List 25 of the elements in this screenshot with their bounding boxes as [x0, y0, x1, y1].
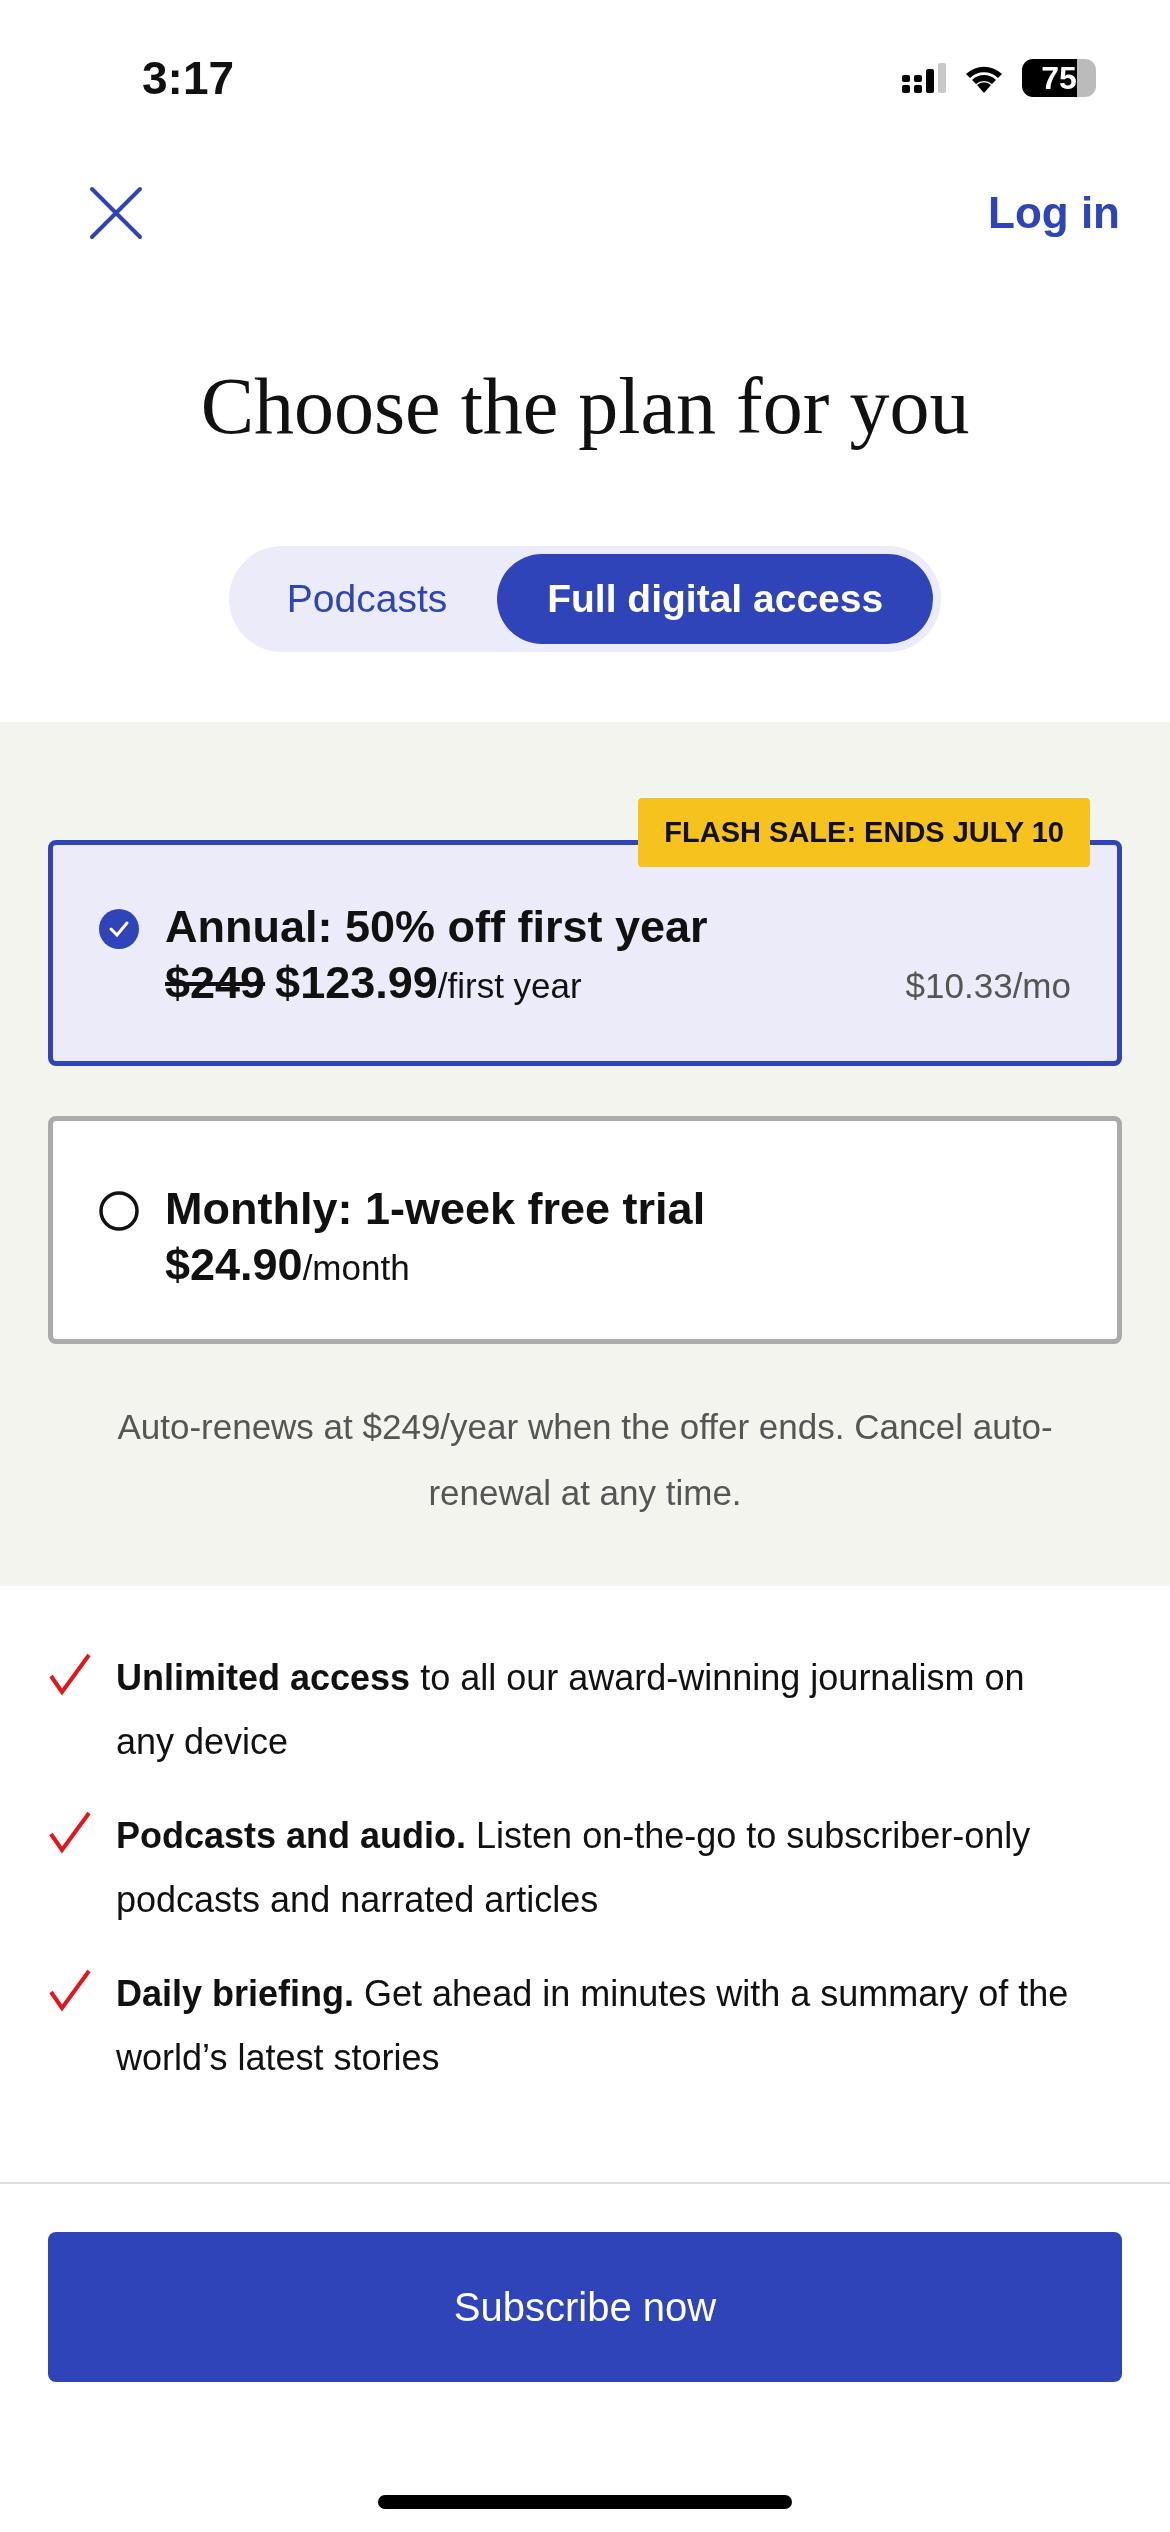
checkmark-icon — [48, 1652, 92, 1696]
battery-icon: 75 — [1022, 59, 1096, 97]
plan-type-tab[interactable]: Podcasts — [236, 554, 498, 644]
price-period: /first year — [437, 966, 582, 1005]
feature-text: Unlimited access to all our award-winning journalism on any device — [116, 1656, 1026, 1764]
plan-name: Annual: 50% off first year — [165, 900, 709, 954]
plan-price: $24.90 — [165, 1239, 303, 1290]
signal-icon — [902, 63, 946, 93]
plan-name: Monthly: 1-week free trial — [165, 1182, 707, 1236]
plan-card[interactable]: Monthly: 1-week free trial $24.90/month — [48, 1116, 1122, 1344]
renewal-note: Auto-renews at $249/year when the offer ends. Cancel auto-renewal at any time. — [116, 1406, 1054, 1514]
plan-price: $123.99 — [275, 957, 438, 1008]
status-time: 3:17 — [142, 51, 235, 105]
price-period: /month — [302, 1248, 410, 1287]
old-price: $249 — [165, 957, 266, 1008]
checkmark-icon — [48, 1968, 92, 2012]
monthly-price: $10.33/mo — [905, 966, 1071, 1006]
subscribe-button[interactable]: Subscribe now — [48, 2232, 1122, 2382]
feature-text: Podcasts and audio. Listen on-the-go to subscriber-only podcasts and narrated articles — [116, 1814, 1032, 1922]
sale-badge: FLASH SALE: ENDS JULY 10 — [638, 798, 1090, 867]
close-icon — [88, 185, 144, 241]
checkmark-icon — [48, 1810, 92, 1854]
feature-text: Daily briefing. Get ahead in minutes with a summary of the world’s latest stories — [116, 1972, 1070, 2080]
login-link[interactable]: Log in — [988, 188, 1120, 238]
plan-type-tab[interactable]: Full digital access — [497, 554, 934, 644]
